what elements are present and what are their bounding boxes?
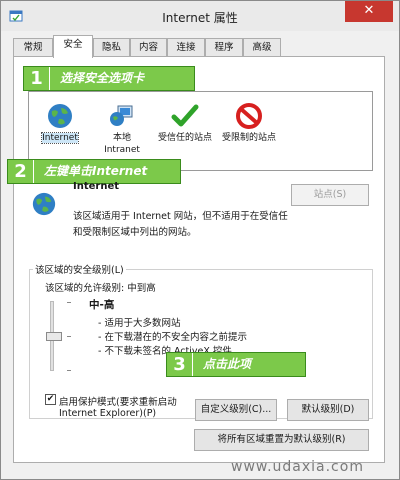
security-level-group-label: 该区域的安全级别(L) — [33, 262, 126, 276]
zone-internet-label: Internet — [41, 132, 79, 144]
tab-connections[interactable]: 连接 — [167, 38, 205, 57]
checkmark-icon — [171, 104, 199, 127]
title-bar: Internet 属性 ✕ — [1, 1, 399, 31]
tab-security[interactable]: 安全 — [53, 35, 93, 58]
selected-zone-globe-icon — [32, 192, 56, 216]
callout-1-text: 选择安全选项卡 — [60, 71, 145, 85]
protected-mode-checkbox[interactable]: ✔ — [45, 394, 56, 405]
allowed-levels-text: 该区域的允许级别: 中到高 — [45, 283, 156, 294]
zone-local-intranet[interactable]: 本地 Intranet — [91, 102, 153, 156]
zone-trusted-label: 受信任的站点 — [157, 133, 212, 143]
callout-step-3: 3 点击此项 — [166, 352, 306, 377]
tab-programs[interactable]: 程序 — [205, 38, 243, 57]
zone-description-line-1: 该区域适用于 Internet 网站，但不适用于在受信任 — [73, 211, 288, 222]
zone-description-line-2: 和受限制区域中列出的网站。 — [73, 227, 197, 238]
callout-3-text: 点击此项 — [203, 357, 252, 371]
callout-1-number: 1 — [24, 67, 50, 90]
slider-tick — [67, 370, 71, 371]
sites-button[interactable]: 站点(S) — [291, 184, 369, 206]
callout-2-text: 左键单击Internet — [44, 164, 148, 178]
close-button[interactable]: ✕ — [345, 1, 393, 22]
security-level-name: 中-高 — [89, 299, 115, 311]
blocked-icon — [236, 103, 262, 129]
custom-level-button[interactable]: 自定义级别(C)... — [195, 399, 277, 421]
tab-general[interactable]: 常规 — [13, 38, 53, 57]
default-level-button[interactable]: 默认级别(D) — [287, 399, 369, 421]
security-level-slider-thumb[interactable] — [46, 332, 62, 341]
protected-mode-label-line-1: 启用保护模式(要求重新启动 — [59, 397, 177, 408]
tab-advanced[interactable]: 高级 — [243, 38, 281, 57]
callout-step-1: 1 选择安全选项卡 — [23, 66, 195, 91]
watermark: www.udaxia.com — [231, 459, 364, 475]
level-bullet-2: - 在下载潜在的不安全内容之前提示 — [98, 332, 247, 343]
tab-content[interactable]: 内容 — [130, 38, 167, 57]
tab-privacy[interactable]: 隐私 — [93, 38, 130, 57]
zone-trusted-sites[interactable]: 受信任的站点 — [153, 102, 217, 144]
zone-restricted-label: 受限制的站点 — [221, 133, 276, 143]
globe-icon — [48, 104, 72, 128]
window-title: Internet 属性 — [162, 11, 238, 25]
internet-properties-window: Internet 属性 ✕ 常规 安全 隐私 内容 连接 程序 高级 Inter… — [0, 0, 400, 480]
reset-all-zones-button[interactable]: 将所有区域重置为默认级别(R) — [194, 429, 369, 451]
selected-zone-name: Internet — [73, 181, 120, 192]
callout-3-number: 3 — [167, 353, 193, 376]
slider-tick — [67, 336, 71, 337]
intranet-icon — [110, 105, 133, 126]
zone-internet[interactable]: Internet — [29, 102, 91, 144]
zone-intranet-label: 本地 Intranet — [104, 133, 140, 155]
level-bullet-1: - 适用于大多数网站 — [98, 318, 181, 329]
protected-mode-label-line-2: Internet Explorer)(P) — [59, 408, 157, 419]
slider-tick — [67, 302, 71, 303]
callout-2-number: 2 — [8, 160, 34, 183]
zone-restricted-sites[interactable]: 受限制的站点 — [217, 102, 281, 144]
